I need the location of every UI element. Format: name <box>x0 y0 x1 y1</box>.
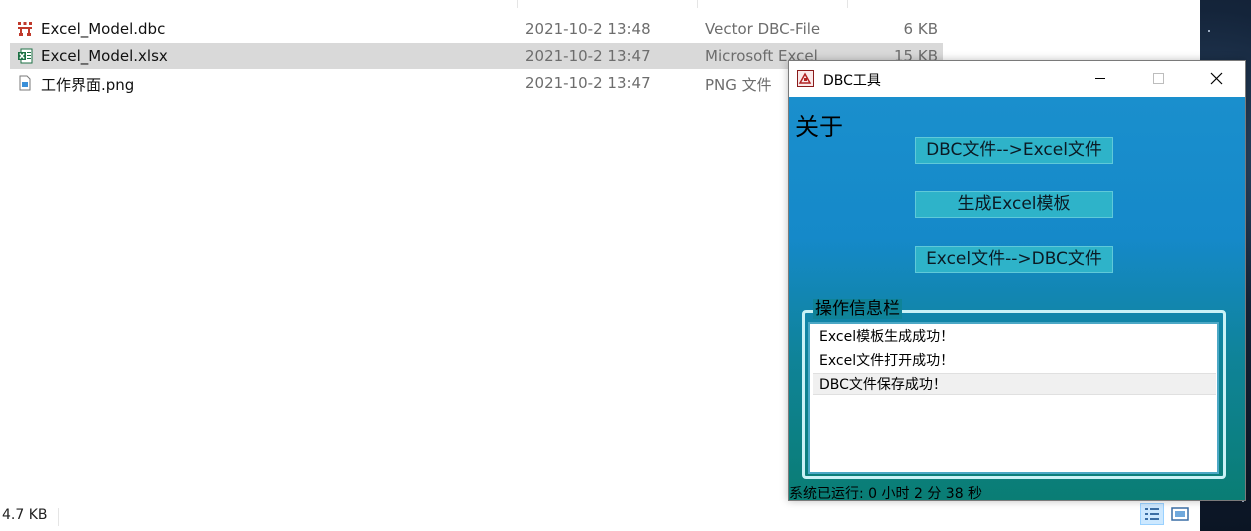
log-item[interactable]: Excel模板生成成功！ <box>813 326 1216 348</box>
dbc-file-icon <box>17 21 33 37</box>
details-view-icon <box>1145 508 1159 520</box>
maximize-button[interactable] <box>1129 61 1187 97</box>
file-date: 2021-10-2 13:48 <box>525 20 651 38</box>
file-name: Excel_Model.xlsx <box>41 47 168 65</box>
column-divider[interactable] <box>697 0 698 8</box>
runtime-status: 系统已运行: 0 小时 2 分 38 秒 <box>789 486 983 502</box>
status-divider <box>58 508 59 526</box>
window-title: DBC工具 <box>823 73 881 89</box>
excel-file-icon <box>17 48 33 64</box>
file-date: 2021-10-2 13:47 <box>525 74 651 92</box>
dbc-to-excel-button[interactable]: DBC文件-->Excel文件 <box>915 137 1113 164</box>
close-icon <box>1210 72 1223 85</box>
large-icons-view-button[interactable] <box>1168 503 1192 525</box>
column-divider[interactable] <box>517 0 518 8</box>
file-date: 2021-10-2 13:47 <box>525 47 651 65</box>
maximize-icon <box>1153 73 1164 84</box>
generate-template-button[interactable]: 生成Excel模板 <box>915 191 1113 218</box>
file-row[interactable]: Excel_Model.dbc 2021-10-2 13:48 Vector D… <box>10 16 943 42</box>
minimize-button[interactable] <box>1071 61 1129 97</box>
window-titlebar[interactable]: DBC工具 <box>789 61 1245 97</box>
minimize-icon <box>1095 78 1105 79</box>
info-groupbox-title: 操作信息栏 <box>813 299 902 319</box>
info-log-list[interactable]: Excel模板生成成功！ Excel文件打开成功！ DBC文件保存成功！ <box>808 322 1219 474</box>
details-view-button[interactable] <box>1140 503 1164 525</box>
window-client-area: 关于 DBC文件-->Excel文件 生成Excel模板 Excel文件-->D… <box>789 97 1245 502</box>
column-divider[interactable] <box>847 0 848 8</box>
large-icons-view-icon <box>1171 507 1189 521</box>
app-icon <box>797 70 814 87</box>
file-name: Excel_Model.dbc <box>41 20 166 38</box>
close-button[interactable] <box>1187 61 1245 97</box>
file-type: Vector DBC-File <box>705 20 821 38</box>
png-file-icon <box>17 75 33 91</box>
log-item[interactable]: DBC文件保存成功！ <box>813 373 1216 395</box>
selection-size: 4.7 KB <box>2 507 48 523</box>
file-size: 6 KB <box>903 20 938 38</box>
file-name: 工作界面.png <box>41 76 135 94</box>
about-menu[interactable]: 关于 <box>795 107 843 142</box>
dbc-tool-window: DBC工具 关于 DBC文件-->Excel文件 生成Excel模板 Excel… <box>788 60 1246 502</box>
excel-to-dbc-button[interactable]: Excel文件-->DBC文件 <box>915 246 1113 273</box>
log-item[interactable]: Excel文件打开成功！ <box>813 350 1216 372</box>
